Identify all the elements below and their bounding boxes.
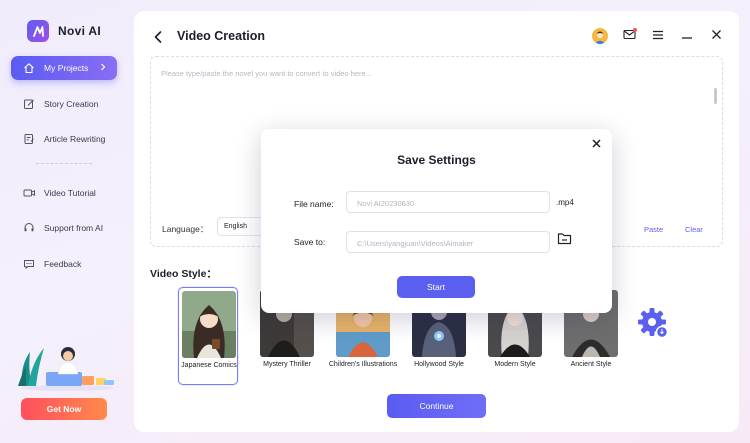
- language-select[interactable]: English: [217, 217, 265, 236]
- back-arrow-icon[interactable]: [151, 29, 165, 45]
- video-icon: [22, 186, 36, 200]
- save-path-input[interactable]: C:\Users\yangjuan\Videos\Aimaker: [346, 231, 550, 253]
- style-label: Mystery Thriller: [263, 361, 311, 368]
- paste-link[interactable]: Paste: [644, 225, 663, 234]
- file-name-label: File name:: [294, 199, 334, 209]
- close-icon: [591, 135, 601, 153]
- headset-icon: [22, 221, 36, 235]
- style-thumbnail: [182, 291, 236, 358]
- start-button[interactable]: Start: [397, 276, 475, 298]
- sidebar-item-story-creation[interactable]: Story Creation: [11, 92, 117, 116]
- sidebar-item-label: Video Tutorial: [44, 187, 96, 198]
- sidebar-item-label: Support from AI: [44, 223, 104, 233]
- style-label: Ancient Style: [570, 361, 612, 368]
- custom-style-button[interactable]: [635, 307, 671, 343]
- dialog-title: Save Settings: [397, 153, 476, 167]
- save-to-label: Save to:: [294, 237, 326, 247]
- sidebar-item-label: Story Creation: [44, 98, 99, 109]
- sidebar-item-article-rewriting[interactable]: Article Rewriting: [11, 127, 117, 151]
- gear-icon: [636, 306, 670, 345]
- sidebar-item-label: Article Rewriting: [44, 134, 106, 144]
- sidebar-item-support-from-ai[interactable]: Support from AI: [11, 216, 117, 240]
- app-name: Novi AI: [58, 24, 101, 38]
- home-icon: [22, 61, 36, 75]
- browse-folder-button[interactable]: [556, 233, 572, 249]
- document-edit-icon: [22, 132, 36, 146]
- brand[interactable]: Novi AI: [27, 20, 101, 42]
- sidebar-nav: My Projects Story Creation Article Rewri…: [11, 56, 117, 287]
- minimize-icon: [681, 27, 693, 45]
- save-settings-dialog: Save Settings File name: Novi AI20230630…: [261, 129, 612, 313]
- sidebar: Novi AI My Projects Story Creation Artic…: [0, 0, 128, 443]
- file-extension: .mp4: [556, 198, 574, 207]
- menu-button[interactable]: [650, 27, 666, 45]
- folder-icon: [557, 232, 572, 250]
- close-window-button[interactable]: [708, 27, 724, 45]
- window-controls: [592, 27, 724, 45]
- sidebar-item-feedback[interactable]: Feedback: [11, 252, 117, 276]
- sidebar-item-my-projects[interactable]: My Projects: [11, 56, 117, 80]
- clear-link[interactable]: Clear: [685, 225, 703, 234]
- style-card-japanese-comics[interactable]: Japanese Comics: [178, 287, 238, 385]
- sidebar-divider: [36, 162, 92, 164]
- style-label: Children's Illustrations: [328, 361, 398, 368]
- continue-button[interactable]: Continue: [387, 394, 486, 418]
- promo-illustration: [18, 347, 114, 391]
- file-name-input[interactable]: Novi AI20230630: [346, 191, 550, 213]
- mail-button[interactable]: [621, 27, 637, 45]
- user-avatar[interactable]: [592, 27, 608, 45]
- chat-icon: [22, 257, 36, 271]
- notification-dot: [633, 28, 637, 32]
- novel-text-placeholder: Please type/paste the novel you want to …: [161, 69, 372, 78]
- sidebar-item-label: My Projects: [44, 63, 89, 73]
- novi-logo-icon: [27, 20, 49, 42]
- close-icon: [711, 27, 722, 45]
- dialog-close-button[interactable]: [590, 138, 602, 150]
- sidebar-item-label: Feedback: [44, 258, 82, 269]
- scrollbar-thumb[interactable]: [714, 88, 717, 104]
- hamburger-menu-icon: [652, 27, 664, 45]
- style-label: Japanese Comics: [181, 362, 237, 369]
- get-now-button[interactable]: Get Now: [21, 398, 107, 420]
- video-style-title: Video Style：: [150, 268, 217, 280]
- sidebar-item-video-tutorial[interactable]: Video Tutorial: [11, 181, 117, 205]
- minimize-button[interactable]: [679, 27, 695, 45]
- page-title: Video Creation: [177, 29, 265, 43]
- style-label: Hollywood Style: [414, 361, 464, 368]
- style-label: Modern Style: [494, 361, 536, 368]
- chevron-right-icon: [99, 62, 107, 74]
- language-label: Language：: [162, 224, 209, 234]
- edit-icon: [22, 97, 36, 111]
- avatar-icon: [592, 28, 608, 44]
